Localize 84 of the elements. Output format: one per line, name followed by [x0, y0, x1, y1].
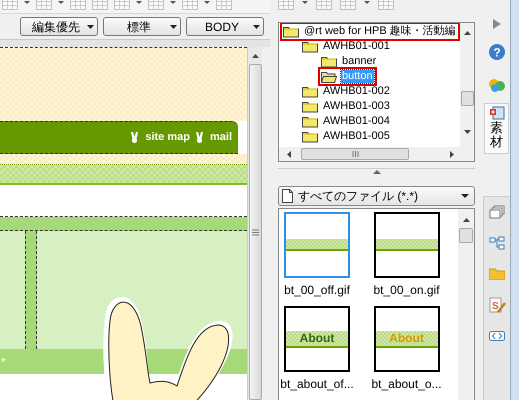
caret-icon[interactable] [136, 1, 142, 5]
caret-icon[interactable] [461, 194, 469, 198]
table-icon[interactable] [340, 0, 356, 10]
table-icon[interactable] [92, 0, 108, 10]
windows-icon[interactable] [489, 204, 505, 219]
material-tab[interactable]: 素材 [484, 103, 509, 154]
tree-item[interactable]: AWHB01-002 [322, 85, 391, 98]
scrollbar-thumb[interactable] [248, 64, 262, 400]
scrollbar-thumb[interactable] [459, 228, 473, 243]
caret-icon[interactable] [170, 1, 176, 5]
tree-item[interactable]: AWHB01-005 [322, 130, 391, 143]
scroll-up-icon[interactable] [462, 218, 470, 222]
caret-icon[interactable] [87, 24, 94, 28]
hierarchy-icon[interactable] [489, 236, 505, 250]
caret-icon[interactable] [302, 1, 308, 5]
scroll-down-icon[interactable] [464, 130, 470, 134]
image-thumbnail[interactable] [284, 212, 350, 278]
caret-icon[interactable] [253, 24, 260, 28]
table-icon[interactable] [216, 0, 232, 10]
grid-scrollbar[interactable] [458, 209, 474, 400]
button-label: About [389, 332, 424, 344]
grip-icon [352, 151, 358, 157]
caret-icon[interactable] [364, 1, 370, 5]
document-icon [282, 189, 293, 203]
tree-scrollbar[interactable] [460, 23, 474, 147]
folder-icon [321, 55, 337, 68]
tree-item[interactable]: banner [341, 55, 378, 68]
button-image [286, 239, 348, 251]
vertical-scrollbar[interactable] [247, 47, 262, 400]
folder-icon [302, 40, 318, 53]
style-dropdown[interactable]: 編集優先 [20, 17, 98, 36]
file-filter-dropdown[interactable]: すべてのファイル (*.*) [278, 186, 475, 206]
file-name: bt_about_o... [371, 377, 442, 391]
table-icon[interactable] [278, 0, 294, 10]
caret-icon[interactable] [204, 1, 210, 5]
button-label: About [300, 332, 334, 344]
grip-icon [252, 228, 258, 236]
table-icon[interactable] [2, 0, 18, 10]
file-name: bt_00_on.gif [373, 283, 440, 297]
tree-item[interactable]: @rt web for HPB 趣味・活動編 [303, 25, 457, 38]
tree-item[interactable]: AWHB01-003 [322, 100, 391, 113]
style-dropdown[interactable]: 標準 [103, 17, 181, 36]
button-image [376, 239, 438, 251]
scroll-up-icon[interactable] [252, 54, 258, 58]
scrollbar-thumb[interactable] [301, 148, 409, 160]
table-icon[interactable] [182, 0, 198, 10]
scroll-right-icon[interactable] [450, 150, 454, 158]
play-icon[interactable] [492, 19, 500, 29]
file-name: bt_00_off.gif [284, 283, 350, 297]
collapse-icon[interactable] [372, 170, 380, 174]
table-icon[interactable] [70, 0, 86, 10]
folder-icon [302, 130, 318, 143]
scroll-up-icon[interactable] [464, 31, 470, 35]
image-stack-icon [488, 106, 504, 120]
style-dropdown[interactable]: BODY [186, 17, 264, 36]
caret-icon[interactable] [58, 1, 64, 5]
folder-icon [302, 115, 318, 128]
color-circles-icon[interactable] [488, 77, 506, 93]
bunny-ears-icon [131, 132, 140, 143]
tree-item[interactable]: AWHB01-001 [322, 40, 391, 53]
image-thumbnail[interactable]: About [284, 306, 350, 372]
folder-icon [302, 85, 318, 98]
scrollbar-thumb[interactable] [460, 91, 474, 106]
table-icon[interactable] [36, 0, 52, 10]
caret-icon[interactable] [170, 24, 177, 28]
band-mark: * [0, 354, 6, 370]
table-icon[interactable] [378, 0, 394, 10]
open-folder-icon [321, 70, 337, 83]
file-name: bt_about_of... [280, 377, 354, 391]
folder-icon [302, 100, 318, 113]
scroll-left-icon[interactable] [287, 150, 291, 158]
tree-item[interactable]: AWHB01-004 [322, 115, 391, 128]
caret-icon[interactable] [24, 1, 30, 5]
code-icon[interactable] [489, 330, 505, 341]
help-icon[interactable]: ? [488, 44, 504, 60]
table-icon[interactable] [114, 0, 130, 10]
tab-label: 素材 [490, 121, 503, 150]
folder-icon[interactable] [489, 266, 505, 280]
image-thumbnail[interactable] [374, 212, 440, 278]
bunny-ears-icon [196, 132, 204, 143]
horizontal-scrollbar[interactable] [279, 147, 474, 161]
table-icon[interactable] [148, 0, 164, 10]
folder-icon [283, 25, 299, 38]
table-icon[interactable] [316, 0, 332, 10]
